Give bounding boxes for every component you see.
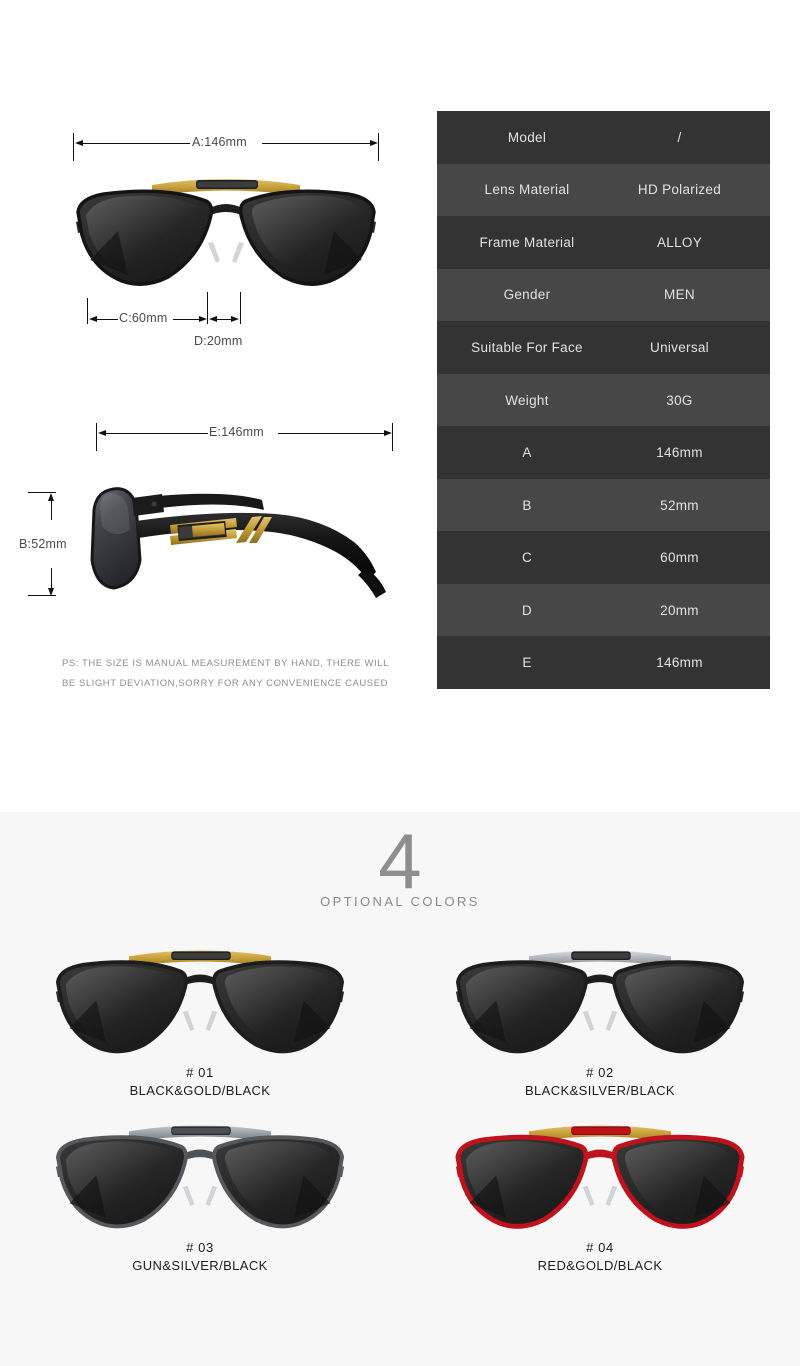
dim-e-arrow-right <box>384 430 392 436</box>
dim-a-arrow-right <box>370 140 378 146</box>
spec-key: Model <box>507 129 547 145</box>
table-row: Suitable For Face Universal <box>437 321 770 374</box>
dim-cd-tick-mid <box>207 292 208 324</box>
spec-value: HD Polarized <box>637 182 722 198</box>
table-row: B 52mm <box>437 478 770 532</box>
color-swatch-02[interactable]: # 02 BLACK&SILVER/BLACK <box>400 937 800 1098</box>
table-row: Lens Material HD Polarized <box>437 163 770 217</box>
spec-key: Weight <box>505 392 549 408</box>
table-row: Gender MEN <box>437 268 770 322</box>
spec-value: 60mm <box>660 550 699 566</box>
table-row: Model / <box>437 111 770 164</box>
dim-c-line-left <box>94 319 118 320</box>
dim-a-label: A:146mm <box>192 135 247 149</box>
spec-value: / <box>677 129 682 145</box>
dim-e-arrow-left <box>98 430 106 436</box>
spec-value: 52mm <box>660 497 699 513</box>
sunglasses-image-02 <box>435 937 765 1057</box>
table-row: Frame Material ALLOY <box>437 216 770 269</box>
dim-a-tick-right <box>378 133 379 161</box>
swatch-name: RED&GOLD/BLACK <box>537 1258 663 1273</box>
measurement-note-line-2: BE SLIGHT DEVIATION,SORRY FOR ANY CONVEN… <box>62 678 388 689</box>
optional-colors-section: 4 OPTIONAL COLORS # 01 BLACK&GOLD/BLACK … <box>0 812 800 1366</box>
color-swatch-row: # 03 GUN&SILVER/BLACK # 04 RED&GOLD/BLAC… <box>0 1112 800 1273</box>
spec-value: 30G <box>666 392 693 408</box>
swatch-code: # 03 <box>186 1240 214 1255</box>
spec-value: Universal <box>650 339 709 355</box>
glasses-front-view <box>56 165 396 290</box>
spec-key: D <box>521 602 533 618</box>
dim-e-line-right <box>278 433 386 434</box>
dim-e-tick-right <box>392 423 393 451</box>
spec-key: Suitable For Face <box>471 339 583 355</box>
measurement-note: PS: THE SIZE IS MANUAL MEASUREMENT BY HA… <box>62 654 389 694</box>
sunglasses-image-03 <box>35 1112 365 1232</box>
spec-value: MEN <box>664 287 695 303</box>
table-row: Weight 30G <box>437 373 770 427</box>
dim-b-line-top <box>51 498 52 520</box>
table-row: E 146mm <box>437 636 770 689</box>
dim-a-arrow-left <box>75 140 83 146</box>
table-row: C 60mm <box>437 531 770 584</box>
swatch-code: # 04 <box>586 1240 614 1255</box>
dim-a-line-left <box>80 143 190 144</box>
sunglasses-image-01 <box>35 937 365 1057</box>
dim-d-arrow-right <box>231 316 239 322</box>
dim-c-arrow-left <box>89 316 97 322</box>
color-swatch-04[interactable]: # 04 RED&GOLD/BLACK <box>400 1112 800 1273</box>
dim-b-label: B:52mm <box>19 537 67 551</box>
dim-a-tick-left <box>73 133 74 161</box>
dim-c-line-right <box>173 319 201 320</box>
swatch-code: # 01 <box>186 1065 214 1080</box>
dim-b-arrow-down <box>48 588 54 596</box>
spec-value: 146mm <box>656 445 703 461</box>
dim-e-tick-left <box>96 423 97 451</box>
optional-colors-count: 4 <box>378 817 422 905</box>
spec-key: A <box>522 445 532 461</box>
table-row: D 20mm <box>437 583 770 637</box>
dim-e-line-left <box>103 433 208 434</box>
optional-colors-caption: OPTIONAL COLORS <box>320 894 480 909</box>
spec-key: C <box>521 550 533 566</box>
swatch-name: BLACK&SILVER/BLACK <box>524 1083 676 1098</box>
sunglasses-image-04 <box>435 1112 765 1232</box>
spec-key: Gender <box>503 287 551 303</box>
spec-section: A:146mm C:60mm D:20mm E:146mm B:52mm PS:… <box>0 0 800 812</box>
color-swatch-01[interactable]: # 01 BLACK&GOLD/BLACK <box>0 937 400 1098</box>
color-swatch-03[interactable]: # 03 GUN&SILVER/BLACK <box>0 1112 400 1273</box>
color-swatch-grid: # 01 BLACK&GOLD/BLACK # 02 BLACK&SILVER/… <box>0 937 800 1273</box>
swatch-name: GUN&SILVER/BLACK <box>132 1258 268 1273</box>
color-swatch-row: # 01 BLACK&GOLD/BLACK # 02 BLACK&SILVER/… <box>0 937 800 1098</box>
dim-d-arrow-left <box>209 316 217 322</box>
dim-b-arrow-up <box>48 493 54 501</box>
dim-c-tick-left <box>87 298 88 324</box>
spec-value: ALLOY <box>656 234 703 250</box>
spec-key: B <box>522 497 532 513</box>
spec-key: Lens Material <box>484 182 570 198</box>
spec-key: E <box>522 655 532 671</box>
measurement-note-line-1: PS: THE SIZE IS MANUAL MEASUREMENT BY HA… <box>62 658 389 669</box>
glasses-side-view <box>66 468 396 603</box>
dim-e-label: E:146mm <box>209 425 264 439</box>
spec-value: 20mm <box>660 602 699 618</box>
dim-d-tick-right <box>240 292 241 324</box>
spec-value: 146mm <box>656 655 703 671</box>
dim-b-line-bottom <box>51 568 52 590</box>
spec-key: Frame Material <box>479 234 575 250</box>
dim-d-label: D:20mm <box>194 334 243 348</box>
swatch-code: # 02 <box>586 1065 614 1080</box>
table-row: A 146mm <box>437 426 770 479</box>
swatch-name: BLACK&GOLD/BLACK <box>129 1083 271 1098</box>
dim-c-arrow-right <box>199 316 207 322</box>
dim-c-label: C:60mm <box>119 311 168 325</box>
spec-table: Model / Lens Material HD Polarized Frame… <box>437 111 770 689</box>
dim-a-line-right <box>262 143 372 144</box>
